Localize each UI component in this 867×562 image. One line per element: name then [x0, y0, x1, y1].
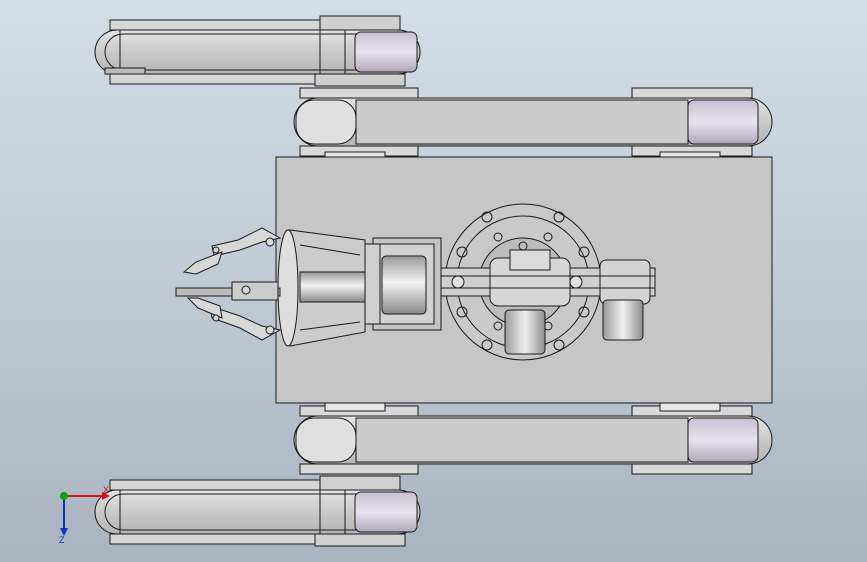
- gripper-fingers[interactable]: [175, 227, 282, 341]
- right-main-track[interactable]: [293, 402, 773, 475]
- left-main-track[interactable]: [293, 87, 773, 161]
- z-axis-label: Z: [59, 535, 65, 544]
- cad-viewport[interactable]: X Z: [0, 0, 867, 562]
- gripper-cone[interactable]: [277, 229, 366, 347]
- coordinate-triad-icon: X Z: [59, 485, 110, 545]
- coordinate-triad: X Z: [56, 484, 116, 545]
- x-axis-label: X: [103, 485, 109, 495]
- wrist-housing[interactable]: [359, 237, 442, 331]
- robot-model[interactable]: [0, 0, 867, 562]
- front-right-flipper-track[interactable]: [94, 475, 421, 547]
- front-left-flipper-track[interactable]: [94, 15, 421, 87]
